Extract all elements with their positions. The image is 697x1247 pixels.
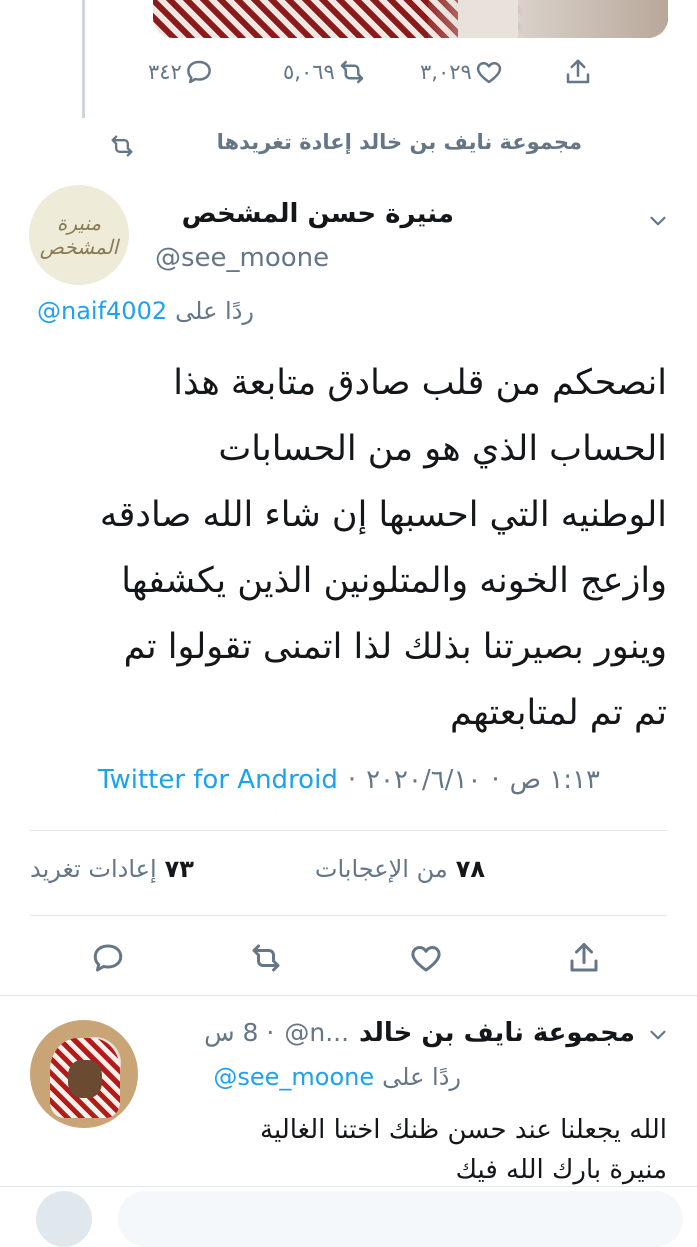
reply-icon	[184, 57, 214, 87]
share-icon	[566, 59, 590, 84]
reply-to-handle[interactable]: @see_moone	[213, 1063, 374, 1091]
reply-button[interactable]	[90, 940, 126, 976]
tweet-line: وينور بصيرتنا بذلك لذا اتمنى تقولوا تم	[123, 627, 667, 667]
reply-to-prefix: ردًا على	[382, 1063, 461, 1091]
tweet-meta: ١:١٣ ص · ٢٠٢٠/٦/١٠ · Twitter for Android	[30, 765, 600, 795]
reply-body: الله يجعلنا عند حسن ظنك اختنا الغالية من…	[147, 1110, 667, 1190]
tweet-line: انصحكم من قلب صادق متابعة هذا	[173, 363, 667, 403]
reply-to-line: ردًا على @naif4002	[37, 297, 254, 325]
avatar-logo-line1: منيرة	[56, 211, 102, 235]
reply-reply-to-line: ردًا على @see_moone	[213, 1063, 461, 1091]
reply-options-button[interactable]	[645, 1022, 671, 1048]
prev-reply-button[interactable]: ٣٤٢	[148, 57, 214, 87]
likes-count[interactable]: ٧٨	[456, 855, 485, 883]
tweet-line: تم تم لمتابعتهم	[449, 693, 667, 733]
reply-author-handle[interactable]: @n...	[284, 1018, 349, 1047]
tweet-source[interactable]: Twitter for Android	[98, 765, 338, 795]
heart-icon	[411, 946, 441, 972]
reply-to-prefix: ردًا على	[175, 297, 254, 325]
like-button[interactable]	[408, 940, 444, 976]
share-button[interactable]	[566, 940, 602, 976]
avatar-logo-line2: المشخص	[39, 235, 119, 259]
reply-avatar[interactable]	[30, 1020, 138, 1128]
main-author-name[interactable]: منيرة حسن المشخص	[182, 199, 454, 229]
retweets-count[interactable]: ٧٣	[165, 855, 194, 883]
compose-input[interactable]	[118, 1191, 683, 1247]
tweet-line: الوطنيه التي احسبها إن شاء الله صادقه	[99, 495, 667, 535]
tweet-media-image[interactable]	[153, 0, 668, 38]
main-avatar[interactable]: منيرة المشخص	[29, 185, 129, 285]
tweet-line: وازعج الخونه والمتلونين الذين يكشفها	[121, 561, 667, 601]
prev-like-button[interactable]: ٣,٠٢٩	[420, 57, 504, 87]
divider	[0, 995, 697, 996]
retweet-button[interactable]	[248, 940, 284, 976]
prev-reply-count: ٣٤٢	[148, 60, 182, 84]
reply-icon	[93, 944, 123, 972]
prev-share-button[interactable]	[563, 57, 593, 87]
meta-separator: ·	[491, 765, 500, 795]
tweet-date: ٢٠٢٠/٦/١٠	[366, 765, 482, 795]
retweet-context-icon	[108, 132, 136, 160]
tweet-body: انصحكم من قلب صادق متابعة هذا الحساب الذ…	[17, 350, 667, 746]
retweet-icon	[337, 57, 367, 87]
tweet-stats: ٧٨ من الإعجابات	[315, 855, 485, 883]
reply-time: · 8 س	[204, 1018, 275, 1047]
meta-separator: ·	[347, 765, 357, 795]
tweet-line: الحساب الذي هو من الحسابات	[218, 429, 667, 469]
reply-to-handle[interactable]: @naif4002	[37, 297, 167, 325]
chevron-down-icon	[650, 1030, 666, 1040]
compose-avatar[interactable]	[36, 1191, 92, 1247]
prev-retweet-button[interactable]: ٥,٠٦٩	[283, 57, 367, 87]
author-name-text: منيرة حسن المشخص	[181, 199, 454, 229]
retweet-context-text: مجموعة نايف بن خالد إعادة تغريدها	[216, 130, 582, 154]
retweets-label[interactable]: إعادات تغريد	[30, 855, 157, 883]
reply-author-line: مجموعة نايف بن خالد @n... · 8 س	[204, 1018, 635, 1048]
divider	[30, 915, 667, 916]
thread-line	[82, 0, 85, 118]
prev-like-count: ٣,٠٢٩	[420, 60, 472, 84]
tweet-time: ١:١٣ ص	[509, 765, 600, 795]
author-handle-text: @see_moone	[155, 243, 330, 273]
retweet-context[interactable]: مجموعة نايف بن خالد إعادة تغريدها	[217, 130, 582, 154]
reply-line: منيرة بارك الله فيك	[455, 1155, 667, 1185]
compose-bar	[0, 1186, 697, 1247]
share-icon	[570, 943, 598, 972]
prev-retweet-count: ٥,٠٦٩	[283, 60, 335, 84]
retweet-stats: ٧٣ إعادات تغريد	[30, 855, 194, 883]
divider	[30, 830, 667, 831]
likes-label[interactable]: من الإعجابات	[315, 855, 448, 883]
reply-author-name[interactable]: مجموعة نايف بن خالد	[359, 1018, 635, 1048]
reply-line: الله يجعلنا عند حسن ظنك اختنا الغالية	[260, 1115, 667, 1145]
main-author-handle[interactable]: @see_moone	[155, 243, 329, 273]
retweet-icon	[252, 944, 280, 972]
chevron-down-icon	[650, 216, 666, 226]
heart-icon	[474, 57, 504, 87]
tweet-options-button[interactable]	[645, 208, 671, 234]
